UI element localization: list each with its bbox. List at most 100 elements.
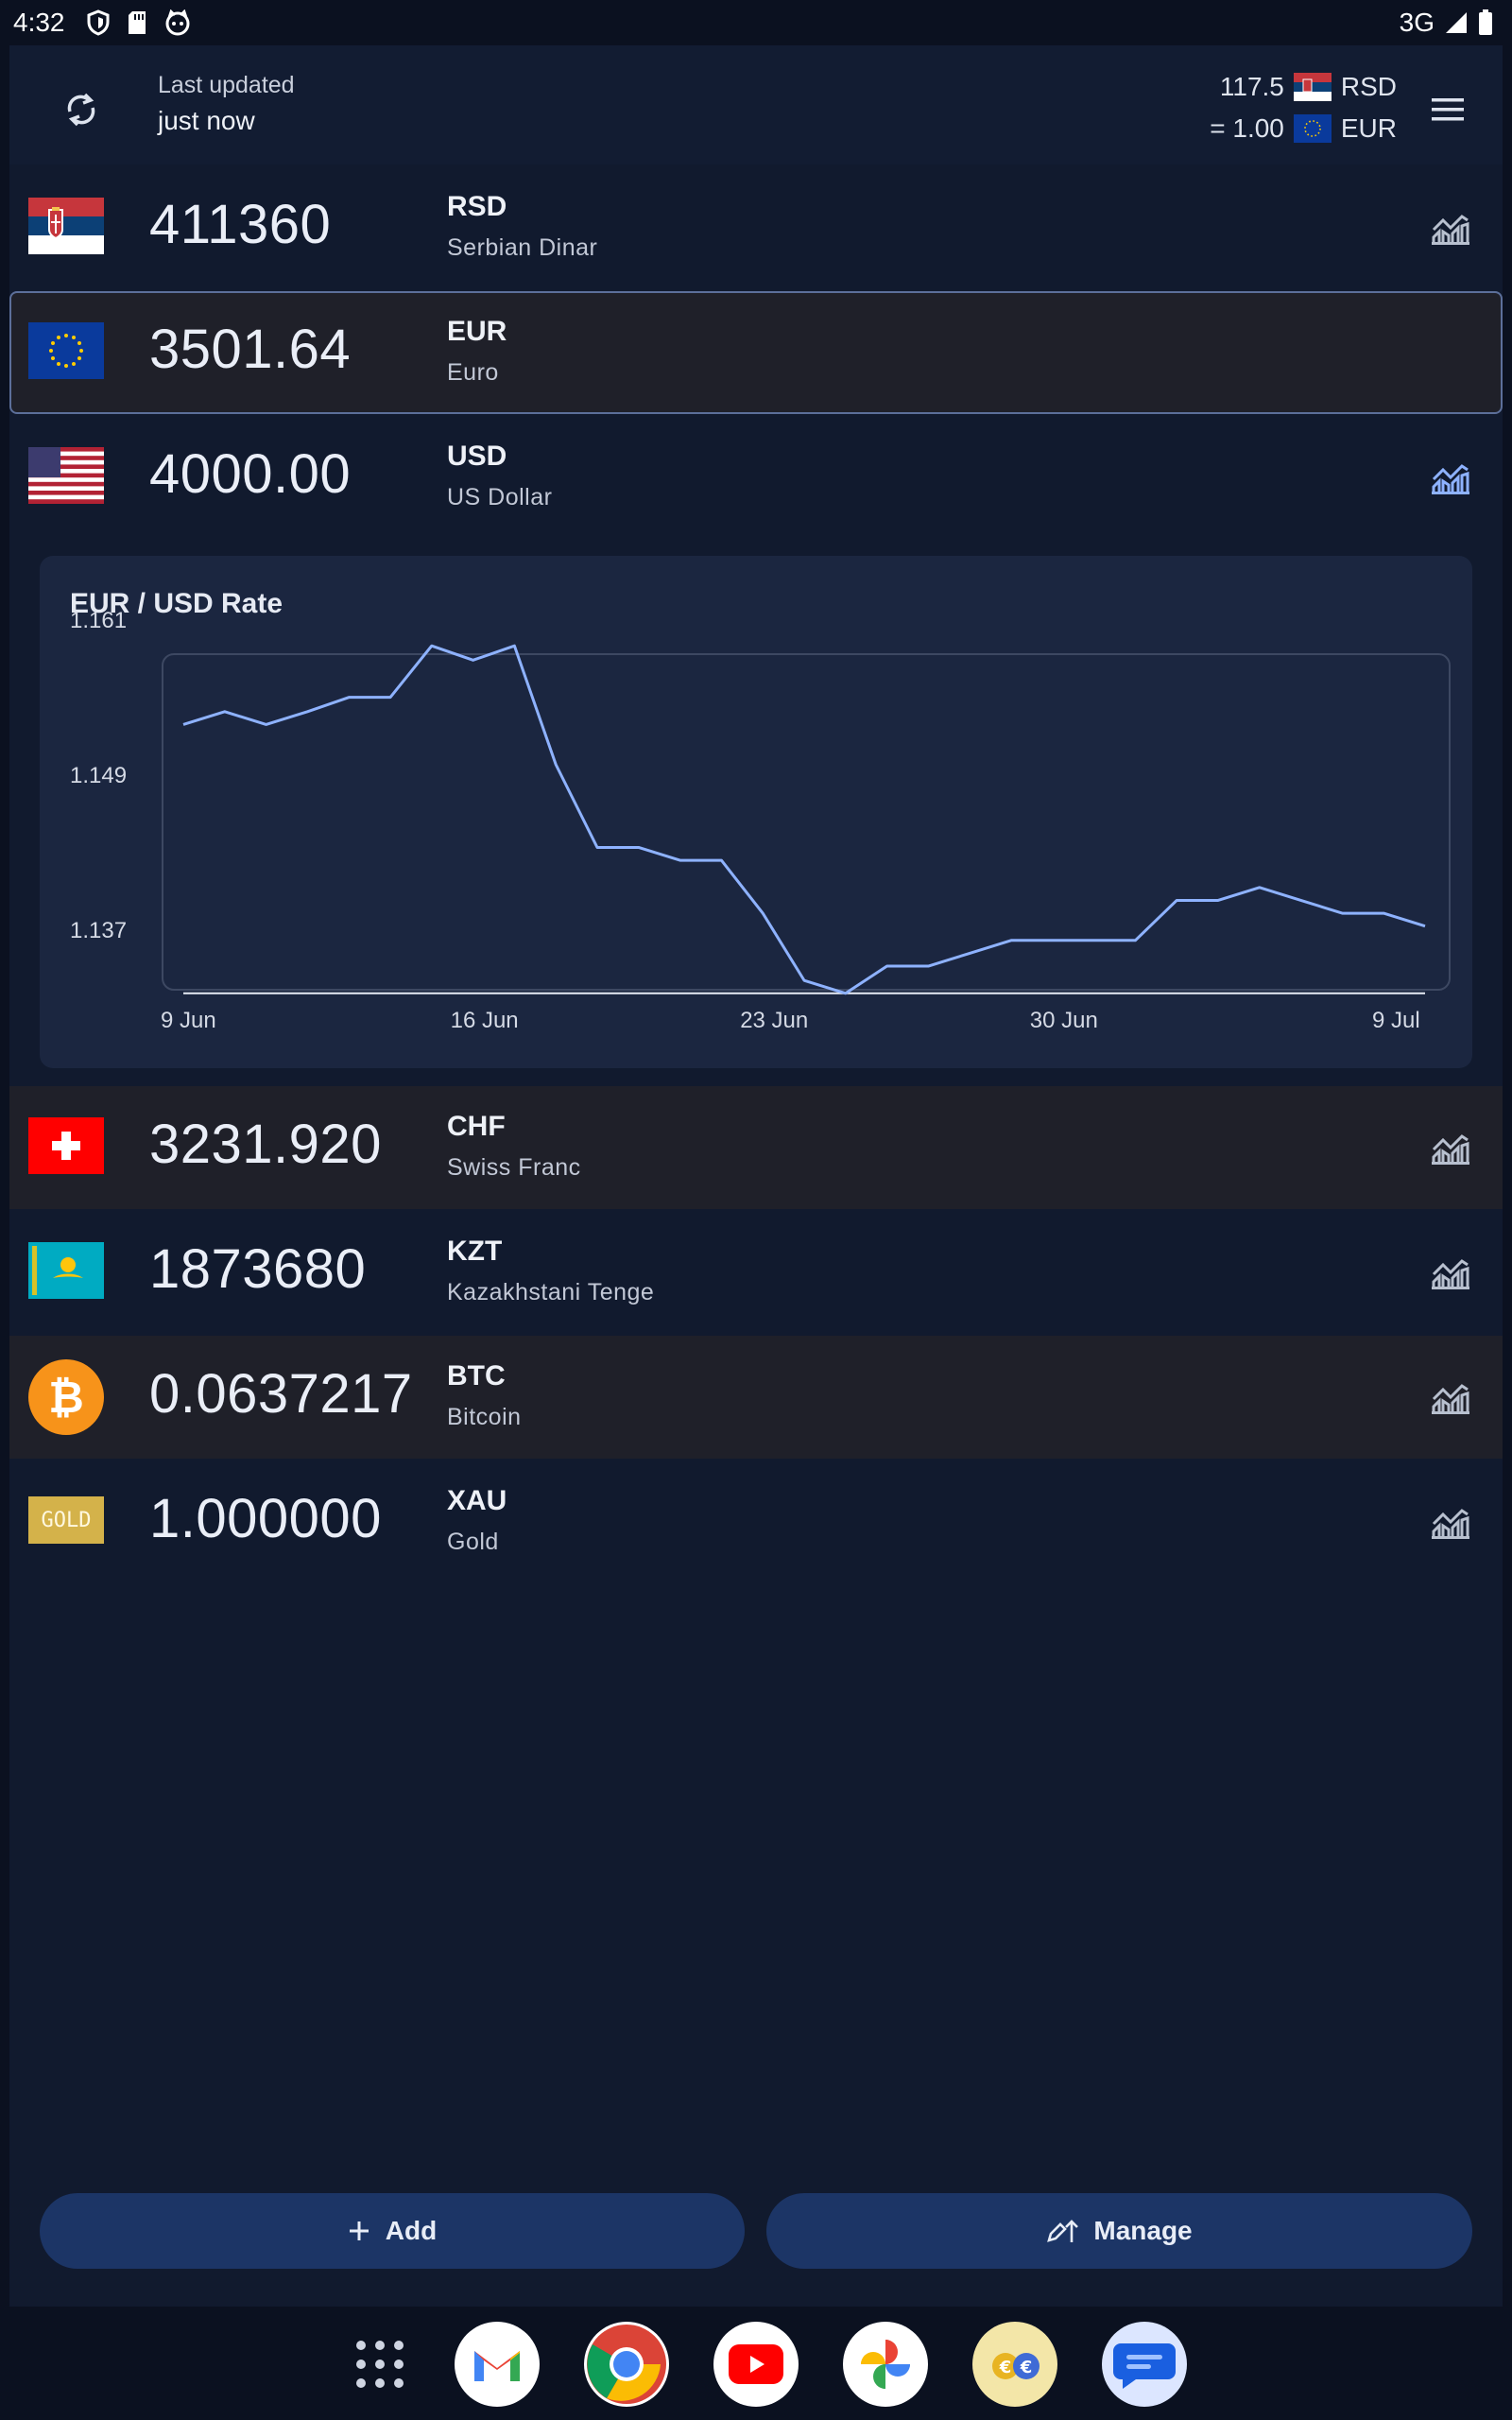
network-type: 3G bbox=[1399, 8, 1435, 37]
status-bar: 4:32 3G bbox=[0, 0, 1512, 45]
chart-icon bbox=[1432, 215, 1469, 245]
app-dock: € € bbox=[0, 2307, 1512, 2420]
manage-button-label: Manage bbox=[1093, 2216, 1193, 2245]
name-btc: Bitcoin bbox=[447, 1404, 522, 1430]
status-time: 4:32 bbox=[13, 8, 65, 37]
currency-row-xau[interactable]: GOLD 1.000000 XAU Gold bbox=[9, 1461, 1503, 1583]
gold-bar-icon: GOLD bbox=[28, 1496, 104, 1544]
currency-row-rsd[interactable]: 411360 RSD Serbian Dinar bbox=[9, 166, 1503, 289]
y-tick-label: 1.149 bbox=[70, 763, 127, 788]
chart-toggle-btc[interactable] bbox=[1427, 1374, 1474, 1421]
code-btc: BTC bbox=[447, 1360, 506, 1392]
messages-icon[interactable] bbox=[1102, 2322, 1187, 2407]
chrome-icon[interactable] bbox=[584, 2322, 669, 2407]
rate-chart[interactable]: 1.161 1.149 1.137 9 Jun 16 Jun 23 Jun 30 Jun 9 … bbox=[40, 556, 1472, 1068]
rate-line-rsd: 117.5 RSD bbox=[1210, 66, 1397, 108]
last-updated-value: just now bbox=[158, 106, 255, 135]
x-tick-label: 9 Jun bbox=[161, 1008, 216, 1033]
status-notification-icons bbox=[87, 9, 191, 36]
edit-sort-icon bbox=[1047, 2220, 1079, 2242]
chart-icon bbox=[1432, 1259, 1469, 1289]
swiss-flag-icon bbox=[28, 1117, 104, 1174]
svg-text:€: € bbox=[1020, 2358, 1033, 2377]
chart-toggle-usd[interactable] bbox=[1427, 454, 1474, 501]
amount-kzt[interactable]: 1873680 bbox=[149, 1237, 366, 1301]
currency-row-btc[interactable]: ₿ 0.0637217 BTC Bitcoin bbox=[9, 1336, 1503, 1459]
amount-eur[interactable]: 3501.64 bbox=[149, 318, 351, 381]
signal-icon bbox=[1446, 12, 1467, 33]
amount-rsd[interactable]: 411360 bbox=[149, 193, 331, 256]
amount-btc[interactable]: 0.0637217 bbox=[149, 1362, 413, 1426]
name-xau: Gold bbox=[447, 1529, 499, 1555]
rate-eur-code: EUR bbox=[1340, 113, 1397, 143]
chart-plot-frame bbox=[162, 653, 1451, 991]
code-xau: XAU bbox=[447, 1485, 507, 1516]
rate-eur-value: = 1.00 bbox=[1210, 113, 1284, 143]
refresh-icon bbox=[67, 93, 95, 127]
chart-icon bbox=[1432, 1509, 1469, 1539]
name-chf: Swiss Franc bbox=[447, 1154, 581, 1181]
x-tick-label: 9 Jul bbox=[1372, 1008, 1420, 1033]
x-tick-label: 16 Jun bbox=[451, 1008, 519, 1033]
name-rsd: Serbian Dinar bbox=[447, 234, 598, 261]
chart-toggle-rsd[interactable] bbox=[1427, 204, 1474, 251]
add-button-label: Add bbox=[385, 2216, 438, 2245]
serbia-flag-icon bbox=[1293, 73, 1332, 101]
eu-flag-icon bbox=[1293, 114, 1332, 143]
last-updated-label: Last updated bbox=[158, 72, 295, 98]
serbia-flag-icon bbox=[28, 198, 104, 254]
photos-icon[interactable] bbox=[843, 2322, 928, 2407]
bitcoin-icon: ₿ bbox=[28, 1359, 104, 1435]
chart-icon bbox=[1432, 1384, 1469, 1414]
plus-icon bbox=[349, 2221, 369, 2240]
x-tick-label: 23 Jun bbox=[740, 1008, 808, 1033]
cat-face-icon bbox=[165, 9, 190, 36]
code-eur: EUR bbox=[447, 316, 507, 347]
chart-toggle-xau[interactable] bbox=[1427, 1498, 1474, 1546]
currency-row-chf[interactable]: 3231.920 CHF Swiss Franc bbox=[9, 1086, 1503, 1209]
chart-series-line bbox=[182, 644, 1426, 995]
code-kzt: KZT bbox=[447, 1236, 503, 1267]
svg-text:€: € bbox=[999, 2358, 1012, 2377]
add-button[interactable]: Add bbox=[40, 2193, 745, 2269]
eu-flag-icon bbox=[28, 322, 104, 379]
usa-flag-icon bbox=[28, 447, 104, 504]
youtube-icon[interactable] bbox=[713, 2322, 799, 2407]
hamburger-menu-icon bbox=[1432, 98, 1464, 121]
currency-row-usd[interactable]: 4000.00 USD US Dollar bbox=[9, 416, 1503, 539]
x-tick-label: 30 Jun bbox=[1030, 1008, 1098, 1033]
currency-converter-icon[interactable]: € € bbox=[972, 2322, 1057, 2407]
app-window: Last updated just now 117.5 RSD = 1.00 E… bbox=[9, 45, 1503, 2307]
code-usd: USD bbox=[447, 441, 507, 472]
amount-usd[interactable]: 4000.00 bbox=[149, 442, 351, 506]
chart-toggle-chf[interactable] bbox=[1427, 1124, 1474, 1171]
y-tick-label: 1.137 bbox=[70, 918, 127, 943]
name-usd: US Dollar bbox=[447, 484, 553, 510]
rate-rsd-code: RSD bbox=[1340, 72, 1397, 101]
battery-icon bbox=[1479, 9, 1492, 35]
amount-chf[interactable]: 3231.920 bbox=[149, 1113, 382, 1176]
manage-button[interactable]: Manage bbox=[766, 2193, 1472, 2269]
currency-row-eur[interactable]: 3501.64 EUR Euro bbox=[9, 291, 1503, 414]
code-chf: CHF bbox=[447, 1111, 506, 1142]
amount-xau[interactable]: 1.000000 bbox=[149, 1487, 382, 1550]
sd-card-icon bbox=[129, 11, 146, 34]
shield-icon bbox=[87, 9, 110, 36]
menu-button[interactable] bbox=[1421, 83, 1474, 136]
currency-row-kzt[interactable]: 1873680 KZT Kazakhstani Tenge bbox=[9, 1211, 1503, 1334]
gmail-icon[interactable] bbox=[455, 2322, 540, 2407]
name-kzt: Kazakhstani Tenge bbox=[447, 1279, 655, 1305]
status-system-icons: 3G bbox=[1400, 8, 1493, 38]
chart-icon bbox=[1432, 464, 1469, 494]
rate-line-eur: = 1.00 EUR bbox=[1210, 108, 1397, 149]
code-rsd: RSD bbox=[447, 191, 507, 222]
gold-bar-label: GOLD bbox=[41, 1508, 92, 1532]
rate-rsd-value: 117.5 bbox=[1219, 72, 1284, 101]
name-eur: Euro bbox=[447, 359, 499, 386]
apps-grid-icon[interactable] bbox=[337, 2322, 422, 2407]
y-tick-label: 1.161 bbox=[70, 608, 127, 633]
chart-toggle-kzt[interactable] bbox=[1427, 1249, 1474, 1296]
refresh-button[interactable] bbox=[51, 79, 112, 140]
kazakhstan-flag-icon bbox=[28, 1242, 104, 1299]
rate-chart-card: EUR / USD Rate 1.161 1.149 1.137 9 Jun 16 Ju… bbox=[40, 556, 1472, 1068]
